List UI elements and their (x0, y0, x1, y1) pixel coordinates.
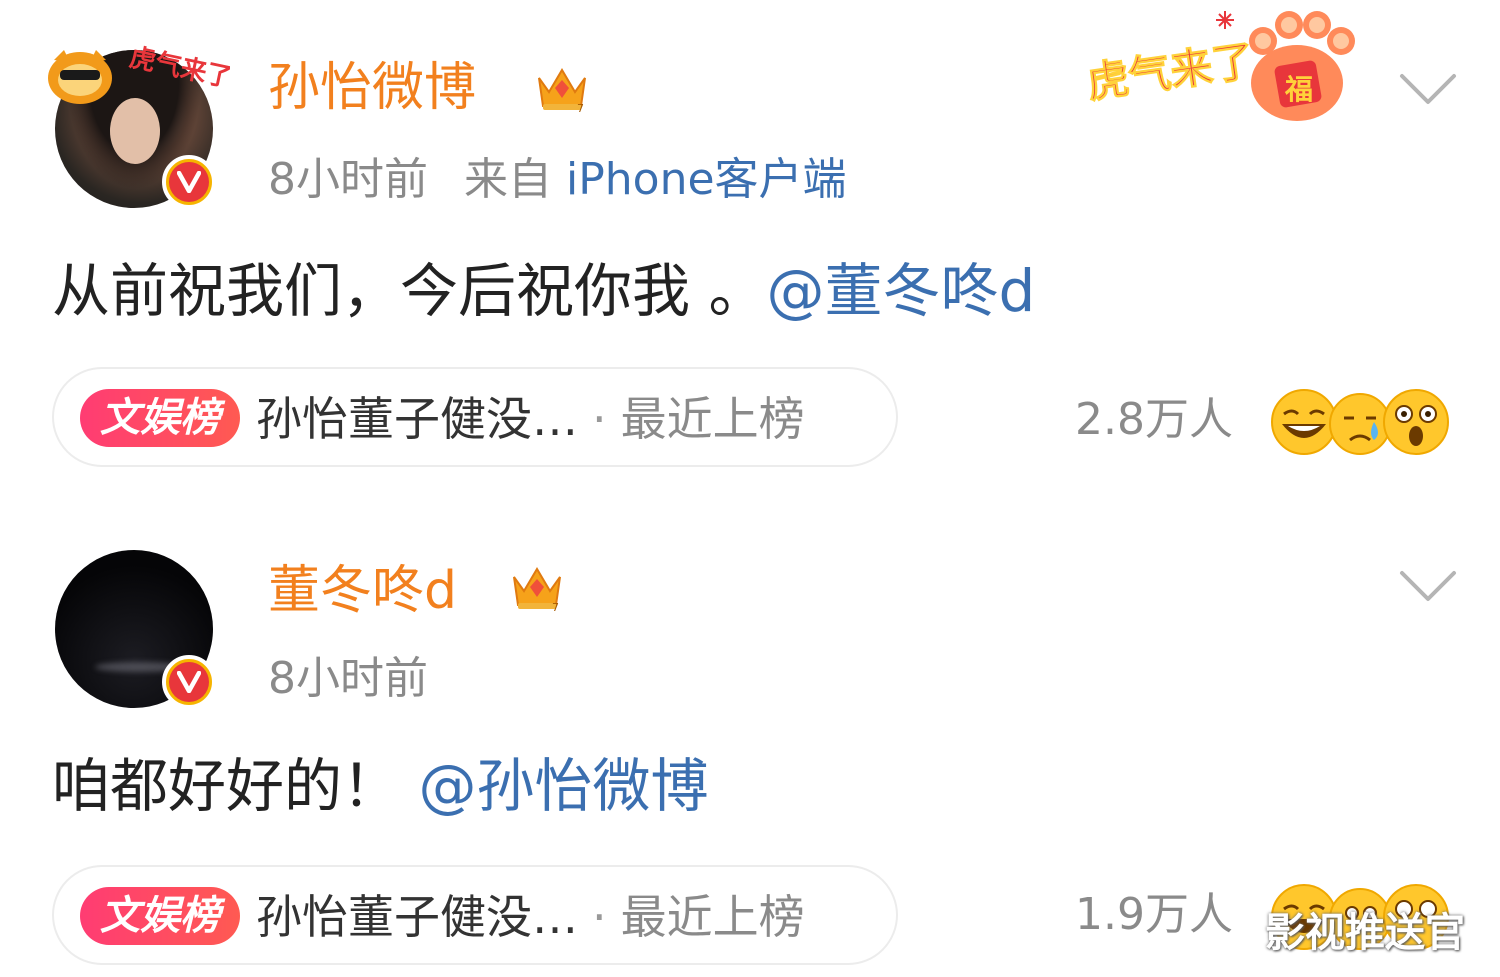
weibo-feed: 虎气来了 孙怡微博 7 8小时前 来自 iPhone客户端 虎气来了 福 从前祝… (0, 0, 1500, 977)
svg-text:7: 7 (552, 601, 559, 614)
vip-crown-icon: 7 (513, 567, 561, 614)
hot-search-text: 孙怡董子健没… · 最近上榜 (256, 391, 805, 447)
hot-search-sub: 最近上榜 (620, 890, 805, 944)
source-prefix: 来自 (464, 154, 552, 205)
watermark-text: 影视推送官 (1265, 910, 1465, 956)
hot-tag-badge: 文娱榜 (80, 887, 240, 945)
mention-link[interactable]: @孙怡微博 (418, 752, 708, 820)
hot-search-dot: · (592, 392, 607, 446)
post-body: 从前祝我们，今后祝你我 。 (52, 257, 767, 325)
post-text: 咱都好好的！ @孙怡微博 (52, 757, 708, 815)
post-card: 虎气来了 孙怡微博 7 8小时前 来自 iPhone客户端 虎气来了 福 从前祝… (0, 0, 1500, 495)
post-time: 8小时前 (268, 653, 428, 704)
reaction-count: 1.9万人 (1075, 889, 1233, 940)
hot-tag-badge: 文娱榜 (80, 389, 240, 447)
hot-search-dot: · (592, 890, 607, 944)
hot-search-text: 孙怡董子健没… · 最近上榜 (256, 889, 805, 945)
post-body: 咱都好好的！ (52, 752, 401, 820)
chevron-down-icon[interactable] (1398, 70, 1458, 110)
user-name[interactable]: 董冬咚d (268, 565, 457, 617)
post-text: 从前祝我们，今后祝你我 。@董冬咚d (52, 262, 1035, 320)
post-time: 8小时前 (268, 154, 428, 205)
tiger-avatar-frame-icon: 虎气来了 (48, 42, 230, 104)
sticker-badge: 福 (1284, 73, 1313, 106)
shocked-emoji-icon (1383, 389, 1449, 455)
verified-badge-icon (162, 655, 216, 709)
hot-search-title: 孙怡董子健没… (256, 890, 578, 944)
hot-search-title: 孙怡董子健没… (256, 392, 578, 446)
post-meta: 8小时前 来自 iPhone客户端 (268, 158, 847, 202)
vip-crown-icon: 7 (538, 68, 586, 115)
avatar-frame-text: 虎气来了 (127, 42, 230, 94)
hot-search-pill[interactable]: 文娱榜 孙怡董子健没… · 最近上榜 (52, 367, 898, 467)
source-link[interactable]: iPhone客户端 (566, 154, 847, 205)
reaction-emojis (1271, 389, 1449, 455)
hot-search-sub: 最近上榜 (620, 392, 805, 446)
hot-search-pill[interactable]: 文娱榜 孙怡董子健没… · 最近上榜 (52, 865, 898, 965)
post-meta: 8小时前 (268, 657, 428, 701)
tiger-paw-sticker-icon: 虎气来了 福 (1085, 11, 1355, 121)
laughing-emoji-icon (1271, 389, 1337, 455)
verified-badge-icon (162, 155, 216, 209)
sticker-text: 虎气来了 (1085, 36, 1257, 108)
chevron-down-icon[interactable] (1398, 567, 1458, 607)
crying-emoji-icon (1329, 393, 1391, 455)
reaction-count: 2.8万人 (1075, 394, 1233, 445)
svg-text:7: 7 (577, 102, 584, 115)
mention-link[interactable]: @董冬咚d (766, 257, 1035, 325)
user-name[interactable]: 孙怡微博 (268, 62, 476, 114)
